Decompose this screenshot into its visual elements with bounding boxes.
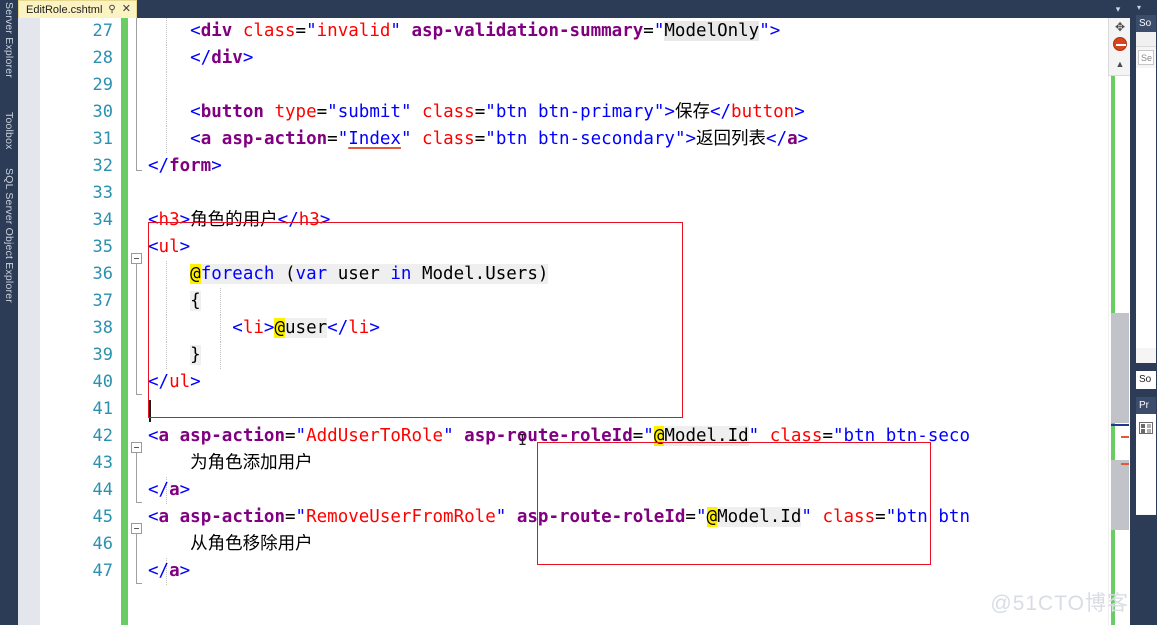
line-number-37: 37: [92, 291, 113, 311]
line-number-38: 38: [92, 318, 113, 338]
panel-title: Pr: [1136, 397, 1156, 414]
code-editor[interactable]: 27 28 29 30 31 32 33 34 35 36 37 38 39 40 41 42 43 44 45 46…: [18, 18, 1130, 625]
line-number-42: 42: [92, 426, 113, 446]
pin-icon[interactable]: ⚲: [108, 4, 115, 15]
line-number-40: 40: [92, 372, 113, 392]
left-dock-rail: Server Explorer Toolbox SQL Server Objec…: [0, 0, 18, 625]
code-line-45[interactable]: <a asp-action="RemoveUserFromRole" asp-r…: [148, 504, 970, 531]
solution-explorer-footer[interactable]: So: [1135, 370, 1157, 390]
code-line-44[interactable]: </a>: [148, 477, 190, 504]
code-line-47[interactable]: </a>: [148, 558, 190, 585]
indent-guide: [220, 342, 221, 369]
code-line-43[interactable]: 为角色添加用户: [148, 450, 313, 477]
line-number-27: 27: [92, 21, 113, 41]
line-number-31: 31: [92, 129, 113, 149]
code-line-42[interactable]: <a asp-action="AddUserToRole" asp-route-…: [148, 423, 970, 450]
fold-region-foot: [136, 583, 142, 584]
line-number-43: 43: [92, 453, 113, 473]
solution-tree[interactable]: [1136, 68, 1156, 348]
code-line-39[interactable]: }: [148, 342, 201, 369]
code-line-37[interactable]: {: [148, 288, 201, 315]
fold-region-foot: [136, 170, 142, 171]
line-number-34: 34: [92, 210, 113, 230]
watermark: @51CTO博客: [990, 592, 1129, 615]
line-number-32: 32: [92, 156, 113, 176]
tab-overflow-chevron-down-icon[interactable]: ▾: [1111, 2, 1125, 16]
stop-icon[interactable]: [1113, 37, 1127, 51]
fold-region-line: [136, 18, 137, 170]
fold-region-line: [136, 453, 137, 502]
code-line-34[interactable]: <h3>角色的用户</h3>: [148, 207, 330, 234]
sidebar-item-server-explorer[interactable]: Server Explorer: [0, 2, 18, 78]
tab-title: EditRole.cshtml: [26, 3, 103, 16]
code-text-area[interactable]: <div class="invalid" asp-validation-summ…: [148, 18, 1130, 625]
panel-title: So: [1136, 15, 1156, 32]
line-number-29: 29: [92, 75, 113, 95]
line-number-33: 33: [92, 183, 113, 203]
dock-chevron-down-icon[interactable]: ▾: [1137, 3, 1141, 12]
indent-guide: [166, 72, 167, 99]
fold-region-line: [136, 534, 137, 583]
right-dock: ▾ So Se So Pr: [1130, 0, 1157, 625]
line-number-30: 30: [92, 102, 113, 122]
code-line-36[interactable]: @foreach (var user in Model.Users): [148, 261, 549, 288]
search-input[interactable]: Se: [1138, 50, 1154, 65]
line-number-44: 44: [92, 480, 113, 500]
properties-grid-icon[interactable]: [1139, 422, 1153, 434]
line-number-45: 45: [92, 507, 113, 527]
sidebar-item-toolbox[interactable]: Toolbox: [0, 112, 18, 150]
line-number-47: 47: [92, 561, 113, 581]
code-line-40[interactable]: </ul>: [148, 369, 201, 396]
line-number-41: 41: [92, 399, 113, 419]
tab-editrole-cshtml[interactable]: EditRole.cshtml ⚲ ✕: [18, 0, 137, 18]
scrollbar-error-marker: [1121, 436, 1129, 438]
close-icon[interactable]: ✕: [122, 4, 131, 15]
scrollbar-error-marker: [1121, 463, 1129, 465]
code-line-32[interactable]: </form>: [148, 153, 222, 180]
sidebar-item-label: Toolbox: [3, 112, 15, 150]
sidebar-item-label: Server Explorer: [3, 2, 15, 78]
code-line-28[interactable]: </div>: [148, 45, 253, 72]
properties-panel[interactable]: Pr: [1135, 396, 1157, 516]
line-number-36: 36: [92, 264, 113, 284]
scroll-up-icon[interactable]: ▲: [1112, 56, 1128, 72]
editor-tab-strip: EditRole.cshtml ⚲ ✕ ▾: [18, 0, 1157, 18]
change-tracking-bar: [121, 18, 128, 625]
line-number-28: 28: [92, 48, 113, 68]
sidebar-item-sql-server-object-explorer[interactable]: SQL Server Object Explorer: [0, 168, 18, 303]
scrollbar-thumb[interactable]: [1111, 313, 1129, 423]
code-line-27[interactable]: <div class="invalid" asp-validation-summ…: [148, 18, 780, 45]
code-line-31[interactable]: <a asp-action="Index" class="btn btn-sec…: [148, 126, 808, 153]
scrollbar-thumb-secondary[interactable]: [1111, 460, 1129, 530]
fold-region-foot: [136, 502, 142, 503]
indent-guide: [220, 288, 221, 315]
visual-studio-window: Server Explorer Toolbox SQL Server Objec…: [0, 0, 1157, 625]
panel-title: So: [1136, 371, 1156, 389]
code-line-30[interactable]: <button type="submit" class="btn btn-pri…: [148, 99, 805, 126]
panel-toolbar[interactable]: [1136, 32, 1156, 47]
line-number-39: 39: [92, 345, 113, 365]
solution-explorer-panel[interactable]: So Se: [1135, 14, 1157, 364]
outlining-margin[interactable]: [128, 18, 148, 625]
fold-toggle-line-42[interactable]: [131, 442, 142, 453]
sidebar-item-label: SQL Server Object Explorer: [3, 168, 15, 303]
split-view-icon[interactable]: ✥: [1112, 19, 1128, 35]
line-number-gutter: 27 28 29 30 31 32 33 34 35 36 37 38 39 40 41 42 43 44 45 46…: [40, 18, 121, 625]
line-number-35: 35: [92, 237, 113, 257]
scrollbar-caret-marker: [1111, 424, 1129, 426]
editor-vertical-scrollbar[interactable]: [1108, 18, 1130, 625]
fold-toggle-line-35[interactable]: [131, 253, 142, 264]
code-line-35[interactable]: <ul>: [148, 234, 190, 261]
mouse-text-cursor-icon: I: [518, 431, 528, 449]
fold-toggle-line-45[interactable]: [131, 523, 142, 534]
change-bar-saved: [121, 18, 128, 625]
fold-region-line: [136, 264, 137, 394]
text-caret: [149, 400, 151, 422]
code-line-46[interactable]: 从角色移除用户: [148, 531, 313, 558]
selection-margin[interactable]: [18, 18, 40, 625]
fold-region-foot: [136, 394, 142, 395]
code-line-38[interactable]: <li>@user</li>: [148, 315, 380, 342]
line-number-46: 46: [92, 534, 113, 554]
scrollbar-nav-buttons: ✥ ▲: [1108, 18, 1130, 76]
